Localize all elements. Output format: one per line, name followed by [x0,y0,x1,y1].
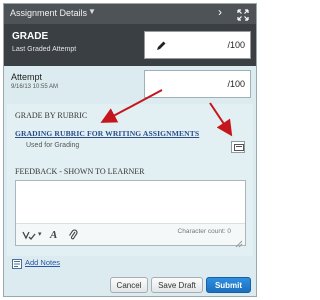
spellcheck-icon[interactable] [22,229,36,241]
grade-section: GRADE Last Graded Attempt /100 [4,24,256,66]
character-count: Character count: 0 [177,228,231,235]
save-draft-button[interactable]: Save Draft [151,277,203,293]
add-notes-link[interactable]: Add Notes [25,258,60,267]
rubric-view-icon[interactable] [231,141,245,153]
rubric-feedback-section: GRADE BY RUBRIC GRADING RUBRIC FOR WRITI… [7,104,253,256]
attempt-denominator: /100 [227,79,245,89]
attempt-section: Attempt 9/16/13 10:55 AM /100 [4,66,256,102]
resize-grip-icon[interactable] [235,235,243,248]
grade-sublabel: Last Graded Attempt [12,46,77,53]
panel-title: Assignment Details [10,8,88,18]
attempt-date: 9/16/13 10:55 AM [11,84,59,90]
feedback-heading: FEEDBACK - SHOWN TO LEARNER [15,167,145,176]
editor-toolbar: ▾ A Character count: 0 [16,223,245,248]
rubric-heading: GRADE BY RUBRIC [15,111,88,120]
submit-button[interactable]: Submit [206,277,251,293]
notes-icon [12,256,22,274]
assignment-details-panel: Assignment Details ▼ › GRADE Last Graded… [3,3,257,297]
grade-input[interactable]: /100 [144,31,251,59]
cancel-button[interactable]: Cancel [110,277,148,293]
chevron-down-icon[interactable]: ▼ [88,7,96,16]
grade-denominator: /100 [227,40,245,50]
expand-icon[interactable] [237,8,249,21]
paperclip-icon[interactable] [68,229,78,241]
text-format-icon[interactable]: A [50,229,57,241]
feedback-textarea[interactable] [16,181,245,221]
pencil-icon[interactable] [155,39,167,51]
chevron-right-icon[interactable]: › [218,5,222,19]
attempt-label: Attempt [11,72,43,82]
attempt-grade-input[interactable]: /100 [144,70,251,98]
panel-header: Assignment Details ▼ › [4,4,256,24]
grade-label: GRADE [12,31,49,42]
rubric-used-for: Used for Grading [26,142,80,149]
rubric-link[interactable]: GRADING RUBRIC FOR WRITING ASSIGNMENTS [15,129,199,138]
add-notes-row[interactable]: Add Notes [12,256,92,269]
feedback-editor: ▾ A Character count: 0 [15,180,246,248]
chevron-down-icon[interactable]: ▾ [38,229,42,241]
